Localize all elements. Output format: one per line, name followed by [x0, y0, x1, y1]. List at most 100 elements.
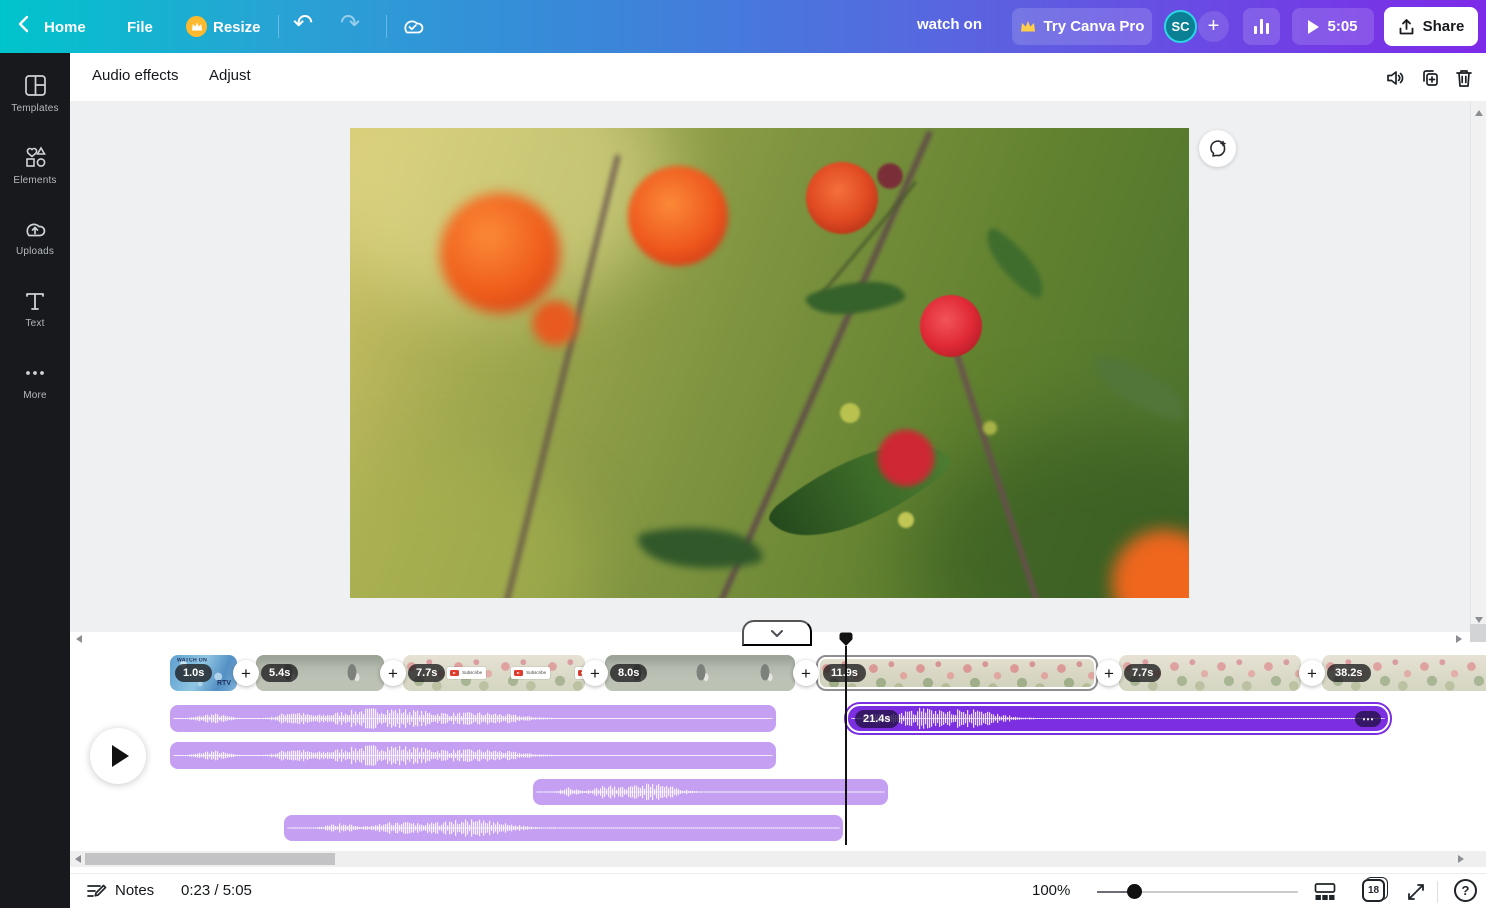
audio-options-button[interactable]: ⋯ — [1355, 711, 1381, 727]
scroll-up-arrow[interactable] — [1475, 110, 1483, 116]
play-icon — [1308, 20, 1319, 34]
sidebar-item-templates[interactable]: Templates — [0, 73, 70, 131]
timeline-play-button[interactable] — [90, 728, 146, 784]
playhead-line[interactable] — [845, 646, 847, 845]
bottombar-divider — [1437, 881, 1438, 903]
fullscreen-button[interactable] — [1404, 880, 1428, 904]
back-button[interactable] — [14, 12, 34, 43]
help-button[interactable]: ? — [1454, 879, 1477, 902]
timeline-clip-6[interactable]: 7.7s — [1119, 655, 1301, 691]
bud — [983, 421, 997, 435]
timeline-clip-2[interactable]: 5.4s — [256, 655, 384, 691]
scroll-left-arrow[interactable] — [76, 635, 82, 643]
add-clip-button[interactable]: + — [233, 660, 259, 686]
waveform — [284, 815, 843, 841]
scrollbar-thumb[interactable] — [85, 853, 335, 865]
crown-icon — [186, 16, 207, 37]
playhead-marker[interactable] — [838, 632, 854, 652]
duplicate-button[interactable] — [1418, 66, 1442, 90]
bottom-bar: Notes 0:23 / 5:05 100% 18 ? — [70, 873, 1486, 908]
audio-track-selected[interactable]: 21.4s ⋯ — [846, 704, 1390, 733]
timeline-clip-4[interactable]: 8.0s — [605, 655, 795, 691]
add-clip-button[interactable]: + — [380, 660, 406, 686]
topbar-divider — [386, 15, 387, 38]
zoom-percent: 100% — [1032, 882, 1070, 899]
timeline-view-icon — [1314, 882, 1336, 902]
redo-button[interactable]: ↷ — [340, 11, 360, 37]
expand-icon — [1406, 882, 1426, 902]
share-button[interactable]: Share — [1384, 7, 1478, 46]
leaf — [804, 264, 906, 332]
sidebar-item-uploads[interactable]: Uploads — [0, 217, 70, 275]
insights-button[interactable] — [1243, 8, 1280, 45]
add-clip-button[interactable]: + — [793, 660, 819, 686]
timeline-clip-7[interactable]: 38.2s — [1322, 655, 1486, 691]
context-toolbar: Audio effects Adjust — [70, 53, 1486, 101]
add-clip-button[interactable]: + — [1096, 660, 1122, 686]
sidebar-item-elements[interactable]: Elements — [0, 145, 70, 203]
delete-button[interactable] — [1452, 66, 1476, 90]
waveform — [848, 706, 1388, 731]
add-clip-button[interactable]: + — [582, 660, 608, 686]
adjust-button[interactable]: Adjust — [209, 67, 251, 84]
collapse-timeline-tab[interactable] — [742, 620, 812, 646]
try-canva-pro-button[interactable]: Try Canva Pro — [1012, 8, 1152, 45]
chevron-down-icon — [770, 629, 784, 638]
timeline-panel: WATCH ON RTV 1.0s + 5.4s + Subscribe Sub… — [70, 646, 1486, 873]
home-menu[interactable]: Home — [44, 15, 86, 41]
audio-effects-button[interactable]: Audio effects — [92, 67, 178, 84]
audio-track-4[interactable] — [284, 815, 843, 841]
notes-pencil-icon — [86, 882, 107, 902]
bud — [898, 512, 914, 528]
flower-orange-large — [440, 193, 560, 313]
flower-orange-center — [628, 166, 728, 266]
avatar[interactable]: SC — [1164, 10, 1197, 43]
audio-track-2[interactable] — [170, 742, 776, 769]
flower-bud-dark — [877, 163, 903, 189]
text-icon — [23, 289, 47, 313]
audio-track-1[interactable] — [170, 705, 776, 732]
add-comment-button[interactable] — [1199, 130, 1236, 167]
bud — [840, 403, 860, 423]
scroll-right-arrow[interactable] — [1458, 855, 1464, 863]
flower-orange-small — [532, 300, 578, 346]
vertical-scrollbar[interactable] — [1470, 101, 1486, 632]
zoom-slider-handle[interactable] — [1127, 884, 1142, 899]
timeline-clip-3[interactable]: Subscribe Subscribe 7.7s — [403, 655, 585, 691]
speaker-icon — [1385, 67, 1407, 89]
audio-track-3[interactable] — [533, 779, 888, 805]
timeline-scrollbar[interactable] — [70, 851, 1486, 867]
play-icon — [112, 745, 129, 767]
resize-menu[interactable]: Resize — [213, 15, 261, 41]
timeline-clip-5-selected[interactable]: 11.9s — [816, 655, 1098, 691]
undo-button[interactable]: ↶ — [293, 11, 313, 37]
top-bar: Home File Resize ↶ ↷ watch on Try Canva … — [0, 0, 1486, 53]
elements-icon — [23, 145, 48, 170]
flower-red-top — [806, 162, 878, 234]
scroll-right-arrow[interactable] — [1456, 635, 1462, 643]
scroll-left-arrow[interactable] — [75, 855, 81, 863]
sidebar-item-text[interactable]: Text — [0, 289, 70, 347]
add-clip-button[interactable]: + — [1299, 660, 1325, 686]
waveform — [533, 779, 888, 805]
notes-icon-button[interactable] — [84, 880, 108, 904]
notes-button[interactable]: Notes — [115, 882, 154, 899]
sidebar-item-more[interactable]: More — [0, 361, 70, 419]
subscribe-thumbnail-chip: Subscribe — [447, 667, 486, 679]
scroll-down-arrow[interactable] — [1475, 617, 1483, 623]
timeline-view-button[interactable] — [1313, 880, 1337, 904]
volume-button[interactable] — [1384, 66, 1408, 90]
comment-add-icon — [1208, 139, 1228, 159]
timeline-clip-1[interactable]: WATCH ON RTV 1.0s — [170, 655, 237, 691]
add-member-button[interactable]: + — [1198, 11, 1229, 42]
youtube-icon — [450, 670, 459, 676]
canva-video-editor: Home File Resize ↶ ↷ watch on Try Canva … — [0, 0, 1486, 908]
subscribe-thumbnail-chip: Subscribe — [511, 667, 550, 679]
upload-icon — [1398, 18, 1415, 36]
video-frame-flowers[interactable] — [350, 128, 1189, 598]
clip-duration-badge: 8.0s — [610, 664, 647, 682]
pages-grid-button[interactable]: 18 — [1362, 879, 1385, 902]
present-play-button[interactable]: 5:05 — [1292, 8, 1374, 45]
file-menu[interactable]: File — [127, 15, 153, 41]
cloud-saved-icon — [398, 13, 426, 44]
